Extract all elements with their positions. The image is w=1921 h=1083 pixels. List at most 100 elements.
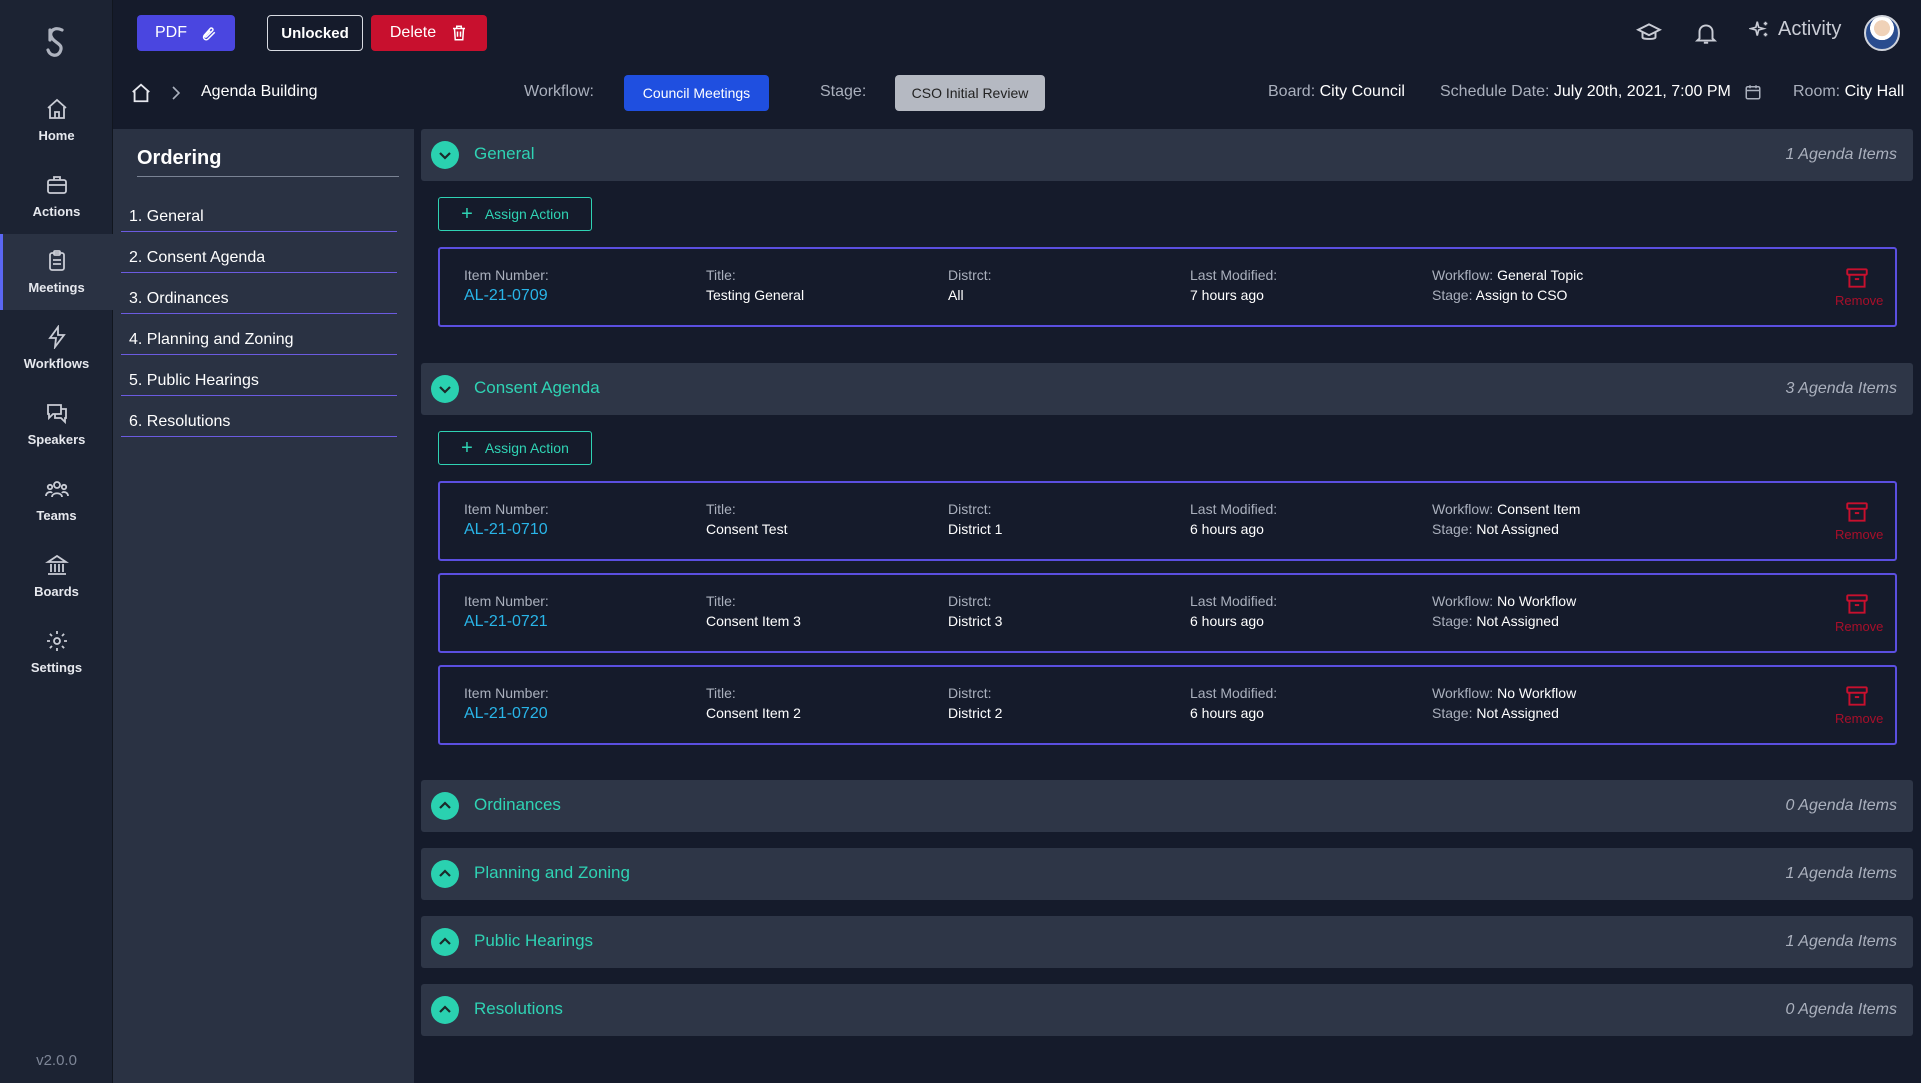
- sidebar-item-label: Meetings: [28, 280, 85, 295]
- breadcrumb-bar: Agenda Building Workflow: Council Meetin…: [113, 66, 1921, 126]
- item-number-label: Item Number:: [464, 501, 549, 517]
- district-label: Distrct:: [948, 267, 992, 283]
- pdf-button[interactable]: PDF: [137, 15, 235, 51]
- ordering-item[interactable]: 5. Public Hearings: [121, 366, 397, 396]
- chevron-up-icon: [439, 1005, 451, 1013]
- delete-button-label: Delete: [389, 24, 437, 41]
- item-stage: Stage: Not Assigned: [1432, 613, 1576, 633]
- title-label: Title:: [706, 593, 736, 609]
- divider: [137, 176, 399, 177]
- user-avatar[interactable]: [1864, 15, 1900, 51]
- workflow-value: No Workflow: [1497, 593, 1577, 609]
- archive-icon: [1846, 594, 1868, 614]
- item-number-label: Item Number:: [464, 267, 549, 283]
- sidebar-item-label: Teams: [36, 508, 77, 523]
- trash-icon: [453, 25, 466, 41]
- unlocked-button[interactable]: Unlocked: [267, 15, 363, 51]
- archive-icon: [1846, 686, 1868, 706]
- expand-toggle[interactable]: [431, 928, 459, 956]
- remove-button[interactable]: Remove: [1835, 265, 1883, 308]
- section-header-public-hearings[interactable]: Public Hearings 1 Agenda Items: [421, 916, 1913, 968]
- workflow-value: Consent Item: [1497, 501, 1581, 517]
- ordering-item[interactable]: 2. Consent Agenda: [121, 243, 397, 273]
- collapse-toggle[interactable]: [431, 375, 459, 403]
- sidebar-item-label: Workflows: [23, 356, 90, 371]
- workflow-button[interactable]: Council Meetings: [624, 75, 769, 111]
- section-header-general[interactable]: General 1 Agenda Items: [421, 129, 1913, 181]
- assign-action-button[interactable]: + Assign Action: [438, 431, 592, 465]
- section-header-planning-and-zoning[interactable]: Planning and Zoning 1 Agenda Items: [421, 848, 1913, 900]
- section-title: Consent Agenda: [474, 378, 600, 397]
- sidebar-item-boards[interactable]: Boards: [0, 538, 113, 614]
- item-workflow: Workflow: General Topic: [1432, 267, 1583, 287]
- home-icon[interactable]: [130, 82, 152, 104]
- remove-button[interactable]: Remove: [1835, 683, 1884, 726]
- section-header-consent-agenda[interactable]: Consent Agenda 3 Agenda Items: [421, 363, 1913, 415]
- chevron-up-icon: [439, 801, 451, 809]
- item-number-link[interactable]: AL-21-0721: [464, 613, 549, 631]
- paperclip-icon: [202, 27, 216, 41]
- sidebar-item-teams[interactable]: Teams: [0, 462, 113, 538]
- ordering-item[interactable]: 3. Ordinances: [121, 284, 397, 314]
- remove-label: Remove: [1835, 711, 1884, 726]
- last-modified-label: Last Modified:: [1190, 501, 1278, 517]
- section-header-resolutions[interactable]: Resolutions 0 Agenda Items: [421, 984, 1913, 1036]
- section-title: Ordinances: [474, 795, 561, 814]
- sidebar-item-speakers[interactable]: Speakers: [0, 386, 113, 462]
- calendar-icon[interactable]: [1744, 83, 1762, 101]
- ordering-title: Ordering: [137, 147, 222, 169]
- bell-icon[interactable]: [1693, 20, 1719, 46]
- chevron-up-icon: [439, 937, 451, 945]
- remove-button[interactable]: Remove: [1835, 499, 1883, 542]
- expand-toggle[interactable]: [431, 996, 459, 1024]
- ordering-item[interactable]: 4. Planning and Zoning: [121, 325, 397, 355]
- ordering-item[interactable]: 1. General: [121, 202, 397, 232]
- item-modified: 6 hours ago: [1190, 705, 1264, 721]
- item-district: All: [948, 287, 964, 303]
- app-logo[interactable]: [36, 22, 76, 62]
- section-title: Public Hearings: [474, 931, 594, 950]
- item-number-label: Item Number:: [464, 685, 549, 701]
- ordering-item[interactable]: 6. Resolutions: [121, 407, 397, 437]
- item-modified: 6 hours ago: [1190, 613, 1264, 629]
- building-icon: [44, 554, 69, 575]
- stage-button[interactable]: CSO Initial Review: [895, 75, 1045, 111]
- item-title: Consent Test: [706, 521, 788, 537]
- item-stage: Stage: Assign to CSO: [1432, 287, 1583, 307]
- sidebar-item-settings[interactable]: Settings: [0, 614, 113, 690]
- section-title: Resolutions: [474, 999, 563, 1018]
- item-number-link[interactable]: AL-21-0710: [464, 521, 549, 539]
- item-workflow: Workflow: Consent Item: [1432, 501, 1580, 521]
- schedule-label: Schedule Date:: [1440, 83, 1550, 100]
- room-label: Room:: [1793, 83, 1841, 100]
- section-header-ordinances[interactable]: Ordinances 0 Agenda Items: [421, 780, 1913, 832]
- collapse-toggle[interactable]: [431, 141, 459, 169]
- stage-label: Stage:: [820, 83, 867, 100]
- stage-value: Not Assigned: [1476, 705, 1559, 721]
- expand-toggle[interactable]: [431, 792, 459, 820]
- sidebar-item-home[interactable]: Home: [0, 82, 113, 158]
- item-district: District 3: [948, 613, 1003, 629]
- sidebar-item-meetings[interactable]: Meetings: [0, 234, 113, 310]
- clipboard-icon: [48, 250, 65, 271]
- section-title: General: [474, 144, 535, 163]
- graduation-cap-icon[interactable]: [1636, 20, 1662, 46]
- board-value: City Council: [1319, 83, 1405, 100]
- item-title: Consent Item 3: [706, 613, 801, 629]
- assign-action-button[interactable]: + Assign Action: [438, 197, 592, 231]
- agenda-item-card: Item Number: AL-21-0721 Title: Consent Ite…: [438, 573, 1897, 653]
- item-number-link[interactable]: AL-21-0709: [464, 287, 549, 305]
- sidebar-item-workflows[interactable]: Workflows: [0, 310, 113, 386]
- item-workflow: Workflow: No Workflow: [1432, 593, 1576, 613]
- expand-toggle[interactable]: [431, 860, 459, 888]
- remove-button[interactable]: Remove: [1835, 591, 1883, 634]
- sidebar-item-actions[interactable]: Actions: [0, 158, 113, 234]
- item-number-link[interactable]: AL-21-0720: [464, 705, 549, 723]
- delete-button[interactable]: Delete: [371, 15, 487, 51]
- breadcrumb-current: Agenda Building: [201, 83, 318, 100]
- activity-button[interactable]: Activity: [1749, 18, 1841, 41]
- chevron-right-icon: [172, 86, 181, 100]
- chat-icon: [46, 404, 67, 425]
- assign-action-label: Assign Action: [484, 206, 569, 222]
- item-modified: 6 hours ago: [1190, 521, 1264, 537]
